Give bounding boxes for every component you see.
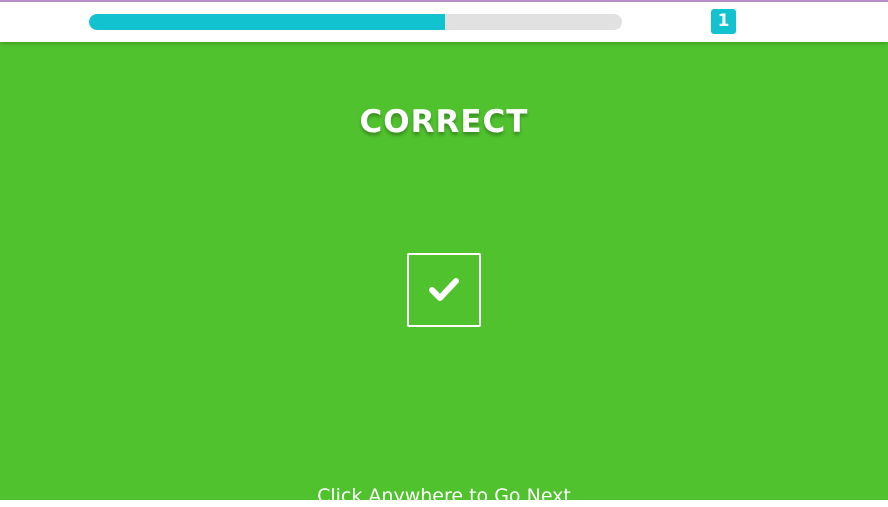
top-accent-line xyxy=(0,0,888,2)
go-next-hint: Click Anywhere to Go Next xyxy=(317,485,571,507)
result-title: CORRECT xyxy=(359,104,529,140)
progress-bar-fill xyxy=(89,14,445,30)
result-screen[interactable]: CORRECT Click Anywhere to Go Next xyxy=(0,42,888,507)
progress-bar xyxy=(89,14,622,30)
score-badge: 1 xyxy=(711,9,736,34)
check-icon xyxy=(407,253,481,327)
check-icon-glyph xyxy=(429,278,459,301)
top-bar: 1 xyxy=(0,0,888,42)
